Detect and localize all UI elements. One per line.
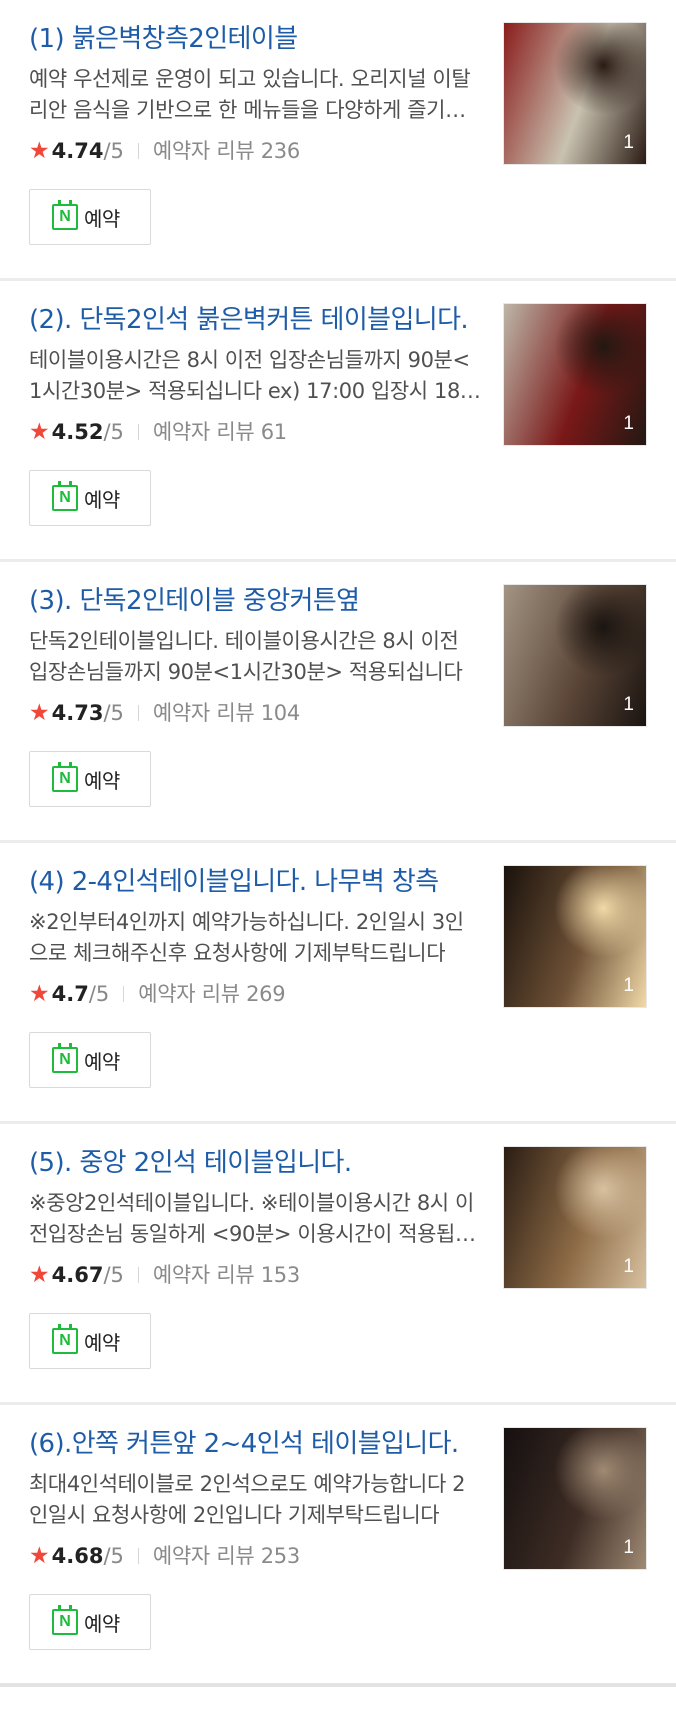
rating-row: ★ 4.7 /5 예약자 리뷰 269 <box>29 979 481 1009</box>
booking-item-title[interactable]: (5). 중앙 2인석 테이블입니다. <box>29 1146 481 1180</box>
rating-row: ★ 4.68 /5 예약자 리뷰 253 <box>29 1541 481 1571</box>
booking-item-description: ※2인부터4인까지 예약가능하십니다. 2인일시 3인으로 체크해주신후 요청사… <box>29 910 464 965</box>
naver-booking-icon: N <box>52 1605 78 1635</box>
divider <box>137 143 139 159</box>
booking-item-info: (5). 중앙 2인석 테이블입니다. ※중앙2인석테이블입니다. ※테이블이용… <box>29 1146 481 1369</box>
naver-booking-icon-letter: N <box>59 1613 71 1630</box>
booking-item-info: (3). 단독2인테이블 중앙커튼옆 단독2인테이블입니다. 테이블이용시간은 … <box>29 584 481 807</box>
divider <box>137 424 139 440</box>
rating-score: 4.68 <box>51 1544 104 1568</box>
rating-max: /5 <box>103 1544 124 1568</box>
review-count[interactable]: 예약자 리뷰 153 <box>153 1260 300 1290</box>
divider <box>137 1548 139 1564</box>
photo-count: 1 <box>623 975 634 996</box>
rating-max: /5 <box>88 982 110 1006</box>
naver-booking-icon-letter: N <box>59 489 71 506</box>
book-button-label: 예약 <box>84 1049 120 1074</box>
naver-booking-icon: N <box>52 1043 78 1073</box>
booking-item-title[interactable]: (1) 붉은벽창측2인테이블 <box>29 22 481 56</box>
booking-item-description: 예약 우선제로 운영이 되고 있습니다. 오리지널 이탈리안 음식을 기반으로 … <box>29 67 471 122</box>
review-count[interactable]: 예약자 리뷰 236 <box>153 136 300 166</box>
naver-booking-icon-letter: N <box>59 1051 71 1068</box>
booking-item-description: 최대4인석테이블로 2인석으로도 예약가능합니다 2인일시 요청사항에 2인입니… <box>29 1472 466 1527</box>
divider <box>137 705 139 721</box>
booking-item-info: (6).안쪽 커튼앞 2~4인석 테이블입니다. 최대4인석테이블로 2인석으로… <box>29 1427 481 1650</box>
rating-row: ★ 4.73 /5 예약자 리뷰 104 <box>29 698 481 728</box>
rating-max: /5 <box>103 701 124 725</box>
table-photo[interactable]: 1 <box>503 303 647 446</box>
rating-max: /5 <box>103 139 124 163</box>
star-icon: ★ <box>29 981 50 1007</box>
divider <box>137 1267 139 1283</box>
star-icon: ★ <box>29 419 50 445</box>
booking-item-info: (4) 2-4인석테이블입니다. 나무벽 창측 ※2인부터4인까지 예약가능하십… <box>29 865 481 1088</box>
star-icon: ★ <box>29 1262 50 1288</box>
review-count[interactable]: 예약자 리뷰 104 <box>153 698 300 728</box>
book-button-label: 예약 <box>84 768 120 793</box>
naver-booking-icon-letter: N <box>59 770 71 787</box>
booking-item-title[interactable]: (4) 2-4인석테이블입니다. 나무벽 창측 <box>29 865 481 899</box>
booking-item-description: 테이블이용시간은 8시 이전 입장손님들까지 90분<1시간30분> 적용되십니… <box>29 348 480 403</box>
book-button-label: 예약 <box>84 1330 120 1355</box>
book-button[interactable]: N 예약 <box>29 1313 151 1369</box>
book-button-label: 예약 <box>84 1611 120 1636</box>
rating-max: /5 <box>103 1263 124 1287</box>
book-button[interactable]: N 예약 <box>29 751 151 807</box>
review-count[interactable]: 예약자 리뷰 269 <box>138 979 285 1009</box>
table-photo[interactable]: 1 <box>503 22 647 165</box>
naver-booking-icon: N <box>52 1324 78 1354</box>
booking-item-title[interactable]: (2). 단독2인석 붉은벽커튼 테이블입니다. <box>29 303 481 337</box>
rating-score: 4.74 <box>51 139 104 163</box>
book-button-label: 예약 <box>84 206 120 231</box>
naver-booking-icon-letter: N <box>59 208 71 225</box>
photo-count: 1 <box>623 132 634 153</box>
rating-max: /5 <box>103 420 124 444</box>
booking-item-description: ※중앙2인석테이블입니다. ※테이블이용시간 8시 이전입장손님 동일하게 <9… <box>29 1191 474 1246</box>
naver-booking-icon: N <box>52 762 78 792</box>
booking-item-info: (2). 단독2인석 붉은벽커튼 테이블입니다. 테이블이용시간은 8시 이전 … <box>29 303 481 526</box>
photo-count: 1 <box>623 1537 634 1558</box>
rating-score: 4.52 <box>51 420 104 444</box>
photo-count: 1 <box>623 413 634 434</box>
rating-row: ★ 4.52 /5 예약자 리뷰 61 <box>29 417 481 447</box>
rating-row: ★ 4.67 /5 예약자 리뷰 153 <box>29 1260 481 1290</box>
star-icon: ★ <box>29 700 50 726</box>
booking-item[interactable]: (1) 붉은벽창측2인테이블 예약 우선제로 운영이 되고 있습니다. 오리지널… <box>0 0 676 281</box>
star-icon: ★ <box>29 138 50 164</box>
booking-item-description: 단독2인테이블입니다. 테이블이용시간은 8시 이전 입장손님들까지 90분<1… <box>29 629 463 684</box>
booking-item-info: (1) 붉은벽창측2인테이블 예약 우선제로 운영이 되고 있습니다. 오리지널… <box>29 22 481 245</box>
star-icon: ★ <box>29 1543 50 1569</box>
rating-score: 4.7 <box>51 982 89 1006</box>
book-button[interactable]: N 예약 <box>29 1594 151 1650</box>
table-photo[interactable]: 1 <box>503 1146 647 1289</box>
booking-item-title[interactable]: (6).안쪽 커튼앞 2~4인석 테이블입니다. <box>29 1427 481 1461</box>
booking-item[interactable]: (2). 단독2인석 붉은벽커튼 테이블입니다. 테이블이용시간은 8시 이전 … <box>0 281 676 562</box>
book-button[interactable]: N 예약 <box>29 470 151 526</box>
photo-count: 1 <box>623 1256 634 1277</box>
book-button[interactable]: N 예약 <box>29 1032 151 1088</box>
rating-score: 4.67 <box>51 1263 104 1287</box>
divider <box>123 986 125 1002</box>
table-photo[interactable]: 1 <box>503 584 647 727</box>
table-photo[interactable]: 1 <box>503 865 647 1008</box>
booking-item-title[interactable]: (3). 단독2인테이블 중앙커튼옆 <box>29 584 481 618</box>
book-button[interactable]: N 예약 <box>29 189 151 245</box>
table-photo[interactable]: 1 <box>503 1427 647 1570</box>
review-count[interactable]: 예약자 리뷰 61 <box>153 417 287 447</box>
booking-item[interactable]: (6).안쪽 커튼앞 2~4인석 테이블입니다. 최대4인석테이블로 2인석으로… <box>0 1405 676 1687</box>
booking-item[interactable]: (5). 중앙 2인석 테이블입니다. ※중앙2인석테이블입니다. ※테이블이용… <box>0 1124 676 1405</box>
booking-item[interactable]: (3). 단독2인테이블 중앙커튼옆 단독2인테이블입니다. 테이블이용시간은 … <box>0 562 676 843</box>
naver-booking-icon: N <box>52 200 78 230</box>
review-count[interactable]: 예약자 리뷰 253 <box>153 1541 300 1571</box>
book-button-label: 예약 <box>84 487 120 512</box>
naver-booking-icon: N <box>52 481 78 511</box>
booking-item[interactable]: (4) 2-4인석테이블입니다. 나무벽 창측 ※2인부터4인까지 예약가능하십… <box>0 843 676 1124</box>
rating-row: ★ 4.74 /5 예약자 리뷰 236 <box>29 136 481 166</box>
photo-count: 1 <box>623 694 634 715</box>
booking-option-list: (1) 붉은벽창측2인테이블 예약 우선제로 운영이 되고 있습니다. 오리지널… <box>0 0 676 1687</box>
naver-booking-icon-letter: N <box>59 1332 71 1349</box>
rating-score: 4.73 <box>51 701 104 725</box>
